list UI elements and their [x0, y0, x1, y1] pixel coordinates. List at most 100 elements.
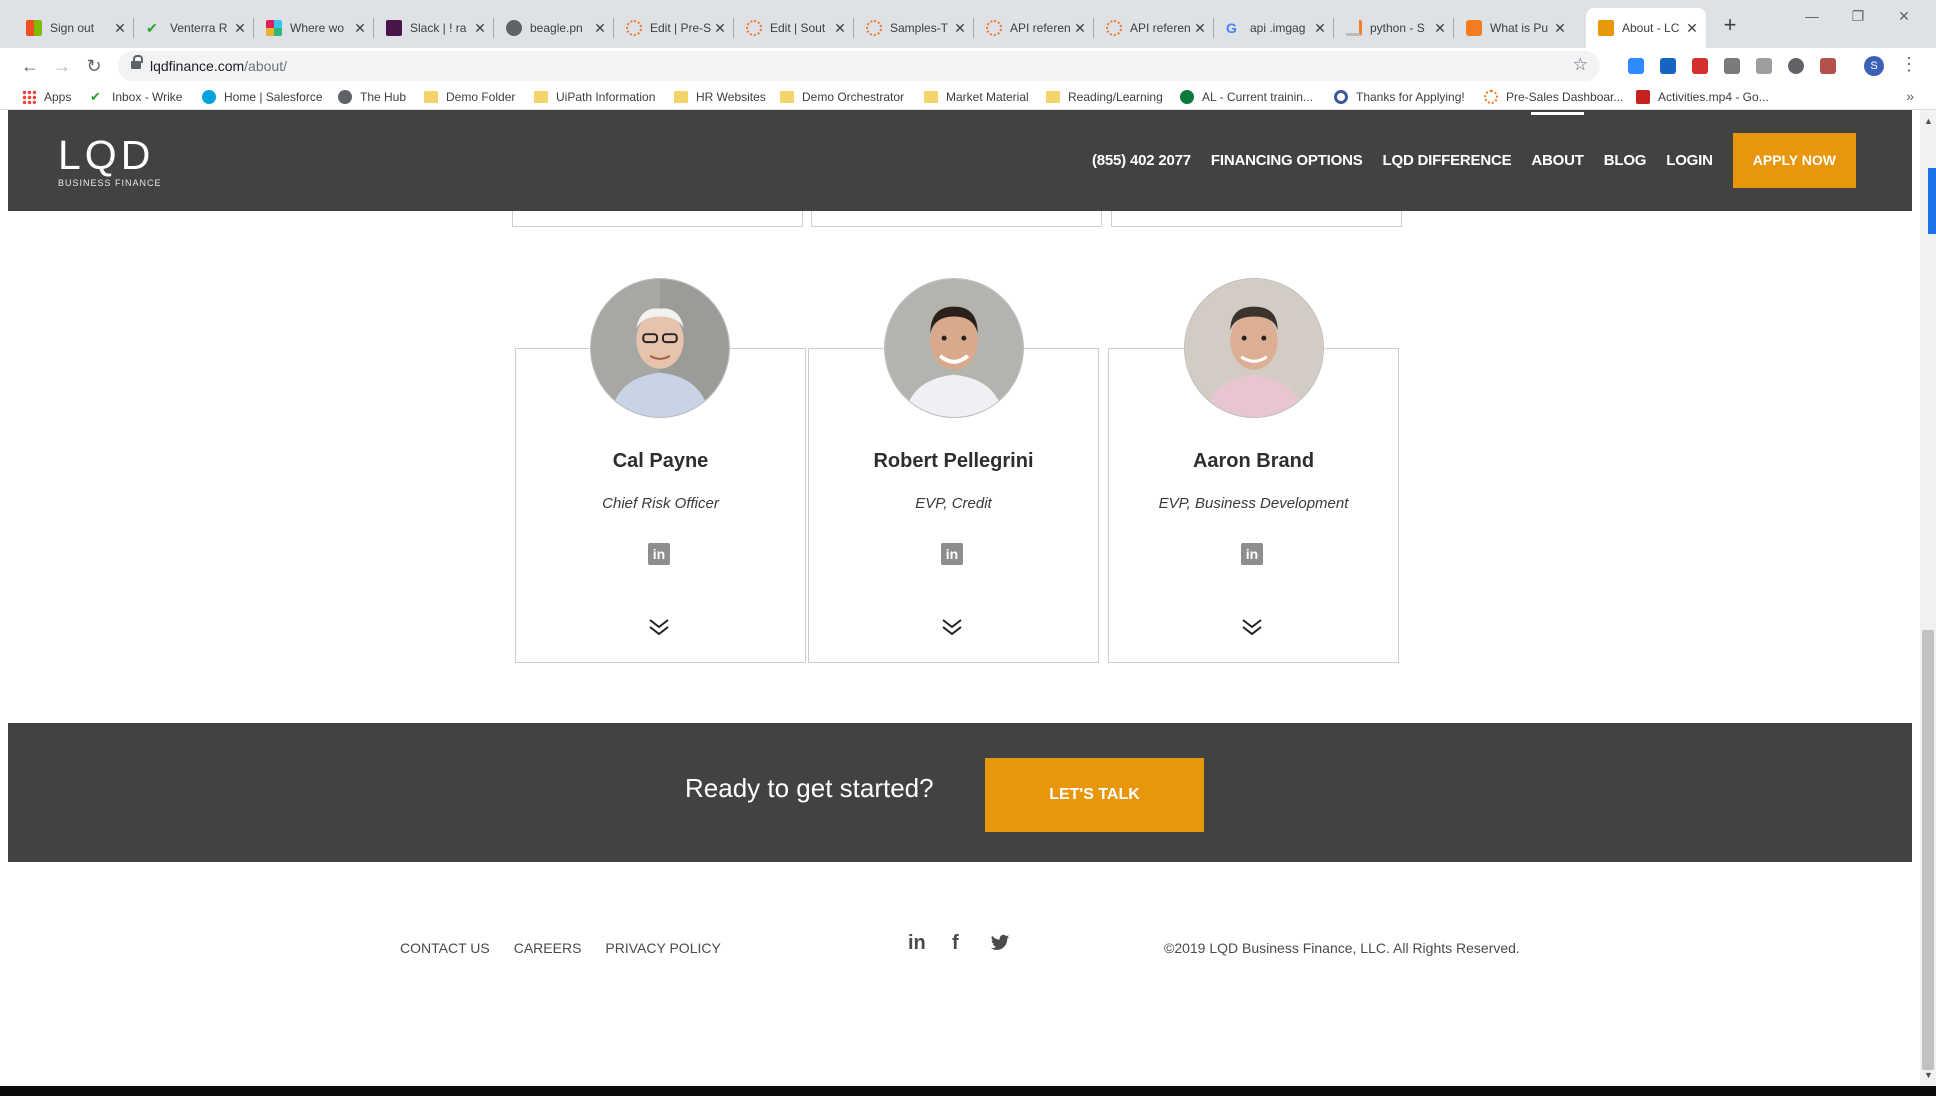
- bookmarks-overflow-icon[interactable]: »: [1906, 88, 1914, 104]
- circle-extension-icon[interactable]: [1788, 58, 1804, 74]
- address-bar[interactable]: lqdfinance.com/about/ ☆: [118, 51, 1600, 81]
- nav-blog[interactable]: BLOG: [1604, 152, 1647, 169]
- bookmark-inbox-wrike[interactable]: ✔ Inbox - Wrike: [90, 88, 182, 106]
- apps-grid-icon: [22, 90, 36, 104]
- tab-stackoverflow[interactable]: python - S ✕: [1334, 8, 1454, 48]
- nav-login[interactable]: LOGIN: [1666, 152, 1713, 169]
- tab-close-icon[interactable]: ✕: [472, 20, 488, 37]
- tab-about-lqd[interactable]: About - LC ✕: [1586, 8, 1706, 48]
- back-arrow-icon[interactable]: ←: [18, 54, 42, 78]
- nav-lqd-difference[interactable]: LQD DIFFERENCE: [1383, 152, 1512, 169]
- reload-icon[interactable]: ↻: [82, 54, 106, 78]
- linkedin-icon[interactable]: in: [1241, 543, 1263, 565]
- tab-where[interactable]: Where wo ✕: [254, 8, 374, 48]
- tab-close-icon[interactable]: ✕: [112, 20, 128, 37]
- tab-samples[interactable]: Samples-T ✕: [854, 8, 974, 48]
- tab-close-icon[interactable]: ✕: [1312, 20, 1328, 37]
- tab-api-ref-2[interactable]: API referen ✕: [1094, 8, 1214, 48]
- double-chevron-down-icon[interactable]: [647, 615, 671, 639]
- zoom-extension-icon[interactable]: [1628, 58, 1644, 74]
- restore-icon[interactable]: ❐: [1838, 8, 1878, 25]
- tab-close-icon[interactable]: ✕: [712, 20, 728, 37]
- reader-extension-icon[interactable]: [1756, 58, 1772, 74]
- double-chevron-down-icon[interactable]: [940, 615, 964, 639]
- tab-beagle[interactable]: beagle.pn ✕: [494, 8, 614, 48]
- pdf-extension-icon[interactable]: [1692, 58, 1708, 74]
- tab-what-is[interactable]: What is Pu ✕: [1454, 8, 1574, 48]
- drive-extension-icon[interactable]: [1724, 58, 1740, 74]
- acrobat-extension-icon[interactable]: [1820, 58, 1836, 74]
- forward-arrow-icon[interactable]: →: [50, 54, 74, 78]
- footer-links: CONTACT US CAREERS PRIVACY POLICY: [400, 940, 745, 956]
- previous-card-edge: [811, 211, 1102, 227]
- bookmark-presales-dashboard[interactable]: Pre-Sales Dashboar...: [1484, 88, 1623, 106]
- avatar: [1184, 278, 1324, 418]
- lqd-logo[interactable]: LQD BUSINESS FINANCE: [58, 135, 162, 189]
- uipath-extension-icon[interactable]: [1660, 58, 1676, 74]
- tab-close-icon[interactable]: ✕: [1072, 20, 1088, 37]
- bookmark-al-training[interactable]: AL - Current trainin...: [1180, 88, 1313, 106]
- tab-close-icon[interactable]: ✕: [1192, 20, 1208, 37]
- bookmark-the-hub[interactable]: The Hub: [338, 88, 406, 106]
- scrollbar-thumb[interactable]: [1922, 630, 1934, 1070]
- bookmark-hr-websites[interactable]: HR Websites: [674, 88, 766, 106]
- nav-phone[interactable]: (855) 402 2077: [1092, 152, 1191, 169]
- footer-contact-us[interactable]: CONTACT US: [400, 940, 490, 956]
- previous-card-edge: [512, 211, 803, 227]
- tab-close-icon[interactable]: ✕: [592, 20, 608, 37]
- stackoverflow-icon: [1346, 20, 1362, 36]
- lets-talk-button[interactable]: LET'S TALK: [985, 758, 1204, 832]
- tab-venterra[interactable]: ✔ Venterra R ✕: [134, 8, 254, 48]
- minimize-icon[interactable]: —: [1792, 8, 1832, 24]
- bookmark-uipath-info[interactable]: UiPath Information: [534, 88, 655, 106]
- footer-privacy-policy[interactable]: PRIVACY POLICY: [605, 940, 720, 956]
- footer-linkedin-icon[interactable]: in: [908, 932, 926, 955]
- tab-edit-south[interactable]: Edit | Sout ✕: [734, 8, 854, 48]
- tab-close-icon[interactable]: ✕: [1684, 20, 1700, 37]
- tab-close-icon[interactable]: ✕: [952, 20, 968, 37]
- team-member-name: Cal Payne: [612, 450, 709, 472]
- double-chevron-down-icon[interactable]: [1240, 615, 1264, 639]
- footer-twitter-icon[interactable]: [990, 934, 1010, 952]
- url-text: lqdfinance.com/about/: [150, 58, 287, 74]
- nav-financing-options[interactable]: FINANCING OPTIONS: [1211, 152, 1363, 169]
- tab-close-icon[interactable]: ✕: [352, 20, 368, 37]
- bookmark-apps[interactable]: Apps: [22, 88, 71, 106]
- bookmark-star-icon[interactable]: ☆: [1573, 55, 1588, 75]
- browser-toolbar: ← → ↻ lqdfinance.com/about/ ☆ S ⋮: [0, 48, 1936, 84]
- footer-facebook-icon[interactable]: f: [952, 932, 959, 955]
- close-window-icon[interactable]: ✕: [1884, 8, 1924, 25]
- linkedin-icon[interactable]: in: [941, 543, 963, 565]
- footer-careers[interactable]: CAREERS: [514, 940, 582, 956]
- scroll-down-arrow-icon[interactable]: ▼: [1924, 1070, 1933, 1080]
- linkedin-icon[interactable]: in: [648, 543, 670, 565]
- tab-google-search[interactable]: G api .imgag ✕: [1214, 8, 1334, 48]
- microsoft-icon: [26, 20, 42, 36]
- uipath-icon: [1484, 90, 1498, 104]
- menu-kebab-icon[interactable]: ⋮: [1900, 54, 1918, 75]
- new-tab-button[interactable]: +: [1716, 12, 1744, 38]
- scroll-up-arrow-icon[interactable]: ▲: [1924, 116, 1933, 126]
- tab-close-icon[interactable]: ✕: [232, 20, 248, 37]
- apply-now-button[interactable]: APPLY NOW: [1732, 133, 1856, 188]
- slack-workspace-icon: [386, 20, 402, 36]
- tab-edit-pre[interactable]: Edit | Pre-S ✕: [614, 8, 734, 48]
- tab-sign-out[interactable]: Sign out ✕: [14, 8, 134, 48]
- tab-close-icon[interactable]: ✕: [1552, 20, 1568, 37]
- page-scrollbar[interactable]: ▲ ▼: [1920, 110, 1936, 1086]
- bookmark-activities-mp4[interactable]: Activities.mp4 - Go...: [1636, 88, 1769, 106]
- profile-avatar[interactable]: S: [1864, 56, 1884, 76]
- bookmark-salesforce[interactable]: Home | Salesforce: [202, 88, 323, 106]
- cube-icon: [1466, 20, 1482, 36]
- bookmark-market-material[interactable]: Market Material: [924, 88, 1029, 106]
- tab-close-icon[interactable]: ✕: [832, 20, 848, 37]
- bookmark-reading-learning[interactable]: Reading/Learning: [1046, 88, 1163, 106]
- tab-close-icon[interactable]: ✕: [1432, 20, 1448, 37]
- bookmark-demo-folder[interactable]: Demo Folder: [424, 88, 515, 106]
- nav-about[interactable]: ABOUT: [1531, 112, 1584, 169]
- tab-api-ref-1[interactable]: API referen ✕: [974, 8, 1094, 48]
- tab-slack[interactable]: Slack | ! ra ✕: [374, 8, 494, 48]
- side-panel-indicator: [1928, 168, 1936, 234]
- bookmark-demo-orchestrator[interactable]: Demo Orchestrator: [780, 88, 904, 106]
- bookmark-thanks-applying[interactable]: Thanks for Applying!: [1334, 88, 1465, 106]
